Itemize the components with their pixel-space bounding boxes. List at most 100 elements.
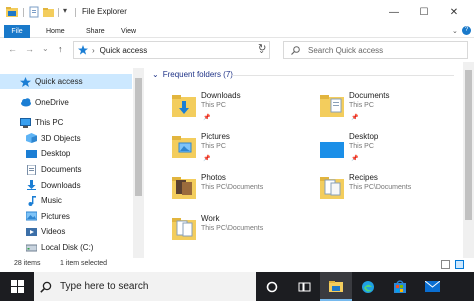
sidebar-item-label: This PC bbox=[35, 118, 64, 128]
folder-tile-recipes[interactable]: Recipes This PC\Documents bbox=[294, 172, 444, 208]
maximize-button[interactable]: ☐ bbox=[408, 0, 440, 24]
sidebar-item-label: Quick access bbox=[35, 77, 83, 86]
sidebar-item-downloads[interactable]: Downloads bbox=[0, 178, 132, 193]
breadcrumb-location[interactable]: Quick access bbox=[100, 46, 148, 55]
sidebar-item-label: Videos bbox=[41, 227, 66, 237]
folder-location: This PC bbox=[349, 102, 374, 109]
content-pane: ⌄ Frequent folders (7) Downloads This PC 📌… bbox=[146, 62, 474, 258]
document-icon bbox=[27, 164, 36, 175]
help-icon[interactable]: ? bbox=[462, 26, 471, 35]
folder-location: This PC bbox=[201, 102, 226, 109]
cortana-button[interactable] bbox=[256, 272, 288, 301]
expand-ribbon-icon[interactable]: ⌄ bbox=[452, 25, 458, 38]
star-icon bbox=[78, 45, 88, 55]
title-bar: ▾ File Explorer — ☐ ✕ bbox=[0, 0, 474, 24]
sidebar-item-label: 3D Objects bbox=[41, 133, 81, 143]
folder-location: This PC\Documents bbox=[201, 184, 264, 191]
folder-name: Pictures bbox=[201, 132, 230, 141]
minimize-button[interactable]: — bbox=[378, 0, 410, 24]
taskbar: Type here to search bbox=[0, 272, 474, 301]
status-bar: 28 items 1 item selected bbox=[0, 258, 474, 272]
folder-tile-pictures[interactable]: Pictures This PC 📌 bbox=[146, 131, 296, 167]
back-button[interactable]: ← bbox=[8, 44, 17, 54]
documents-folder-icon bbox=[320, 95, 344, 117]
downloads-folder-icon bbox=[172, 95, 196, 117]
search-box[interactable]: Search Quick access bbox=[283, 41, 468, 59]
refresh-button[interactable]: ↻ bbox=[258, 43, 266, 54]
window-title: File Explorer bbox=[82, 7, 127, 16]
item-count: 28 items bbox=[14, 260, 41, 267]
sidebar-scrollbar[interactable] bbox=[133, 68, 144, 258]
sidebar-item-music[interactable]: Music bbox=[0, 193, 132, 208]
content-scroll-thumb[interactable] bbox=[465, 70, 472, 220]
recipes-folder-icon bbox=[320, 177, 344, 199]
folder-tile-downloads[interactable]: Downloads This PC 📌 bbox=[146, 90, 296, 126]
sidebar-item-label: Music bbox=[41, 196, 62, 206]
start-button[interactable] bbox=[0, 272, 34, 301]
pc-icon bbox=[20, 117, 31, 128]
address-row: ← → ⌄ ↑ › Quick access ⌄ ↻ Search Quick … bbox=[0, 38, 474, 62]
tab-share[interactable]: Share bbox=[86, 25, 105, 38]
sidebar-item-this-pc[interactable]: This PC bbox=[0, 115, 132, 130]
folder-tile-work[interactable]: Work This PC\Documents bbox=[146, 213, 296, 249]
folder-tile-photos[interactable]: Photos This PC\Documents bbox=[146, 172, 296, 208]
search-placeholder: Search Quick access bbox=[308, 45, 384, 55]
navigation-pane: Quick access OneDrive This PC 3D Objects Des… bbox=[0, 68, 144, 258]
selection-count: 1 item selected bbox=[60, 260, 108, 267]
sidebar-item-label: Pictures bbox=[41, 211, 70, 221]
recent-locations-button[interactable]: ⌄ bbox=[42, 44, 49, 53]
taskbar-search-placeholder: Type here to search bbox=[60, 281, 149, 292]
taskbar-store[interactable] bbox=[384, 272, 416, 301]
sidebar-item-3d-objects[interactable]: 3D Objects bbox=[0, 131, 132, 146]
sidebar-item-documents[interactable]: Documents bbox=[0, 162, 132, 177]
tab-view[interactable]: View bbox=[121, 25, 136, 38]
customize-toolbar-icon[interactable]: ▾ bbox=[63, 6, 67, 15]
close-button[interactable]: ✕ bbox=[438, 0, 470, 24]
sidebar-item-desktop[interactable]: Desktop bbox=[0, 146, 132, 161]
taskbar-search[interactable]: Type here to search bbox=[34, 272, 256, 301]
folder-name: Downloads bbox=[201, 91, 241, 100]
pictures-folder-icon bbox=[172, 136, 196, 158]
taskbar-file-explorer[interactable] bbox=[320, 272, 352, 301]
folder-location: This PC bbox=[349, 143, 374, 150]
star-icon bbox=[20, 76, 31, 87]
taskbar-edge[interactable] bbox=[352, 272, 384, 301]
content-scrollbar[interactable] bbox=[463, 62, 474, 258]
sidebar-item-pictures[interactable]: Pictures bbox=[0, 209, 132, 224]
up-button[interactable]: ↑ bbox=[58, 44, 63, 54]
store-icon bbox=[394, 280, 406, 293]
edge-icon bbox=[362, 280, 374, 293]
folder-tile-desktop[interactable]: Desktop This PC 📌 bbox=[294, 131, 444, 167]
pin-icon: 📌 bbox=[203, 156, 211, 162]
new-folder-icon[interactable] bbox=[43, 6, 55, 18]
address-bar[interactable]: › Quick access ⌄ bbox=[73, 41, 270, 59]
desktop-folder-icon bbox=[320, 142, 344, 158]
details-view-icon[interactable] bbox=[441, 260, 450, 269]
mail-icon bbox=[424, 281, 440, 292]
tab-file[interactable]: File bbox=[4, 25, 30, 38]
title-separator bbox=[58, 8, 59, 17]
sidebar-scroll-thumb[interactable] bbox=[135, 78, 142, 196]
large-icons-view-icon[interactable] bbox=[455, 260, 464, 269]
forward-button[interactable]: → bbox=[25, 44, 34, 54]
sidebar-item-videos[interactable]: Videos bbox=[0, 224, 132, 239]
folder-tile-documents[interactable]: Documents This PC 📌 bbox=[294, 90, 444, 126]
taskbar-mail[interactable] bbox=[416, 272, 448, 301]
sidebar-item-local-disk-c[interactable]: Local Disk (C:) bbox=[0, 240, 132, 255]
title-separator bbox=[75, 8, 76, 17]
sidebar-item-label: OneDrive bbox=[35, 97, 69, 107]
task-view-button[interactable] bbox=[288, 272, 320, 301]
properties-icon[interactable] bbox=[28, 6, 40, 18]
pin-icon: 📌 bbox=[203, 115, 211, 121]
cloud-icon bbox=[21, 98, 31, 107]
sidebar-item-quick-access[interactable]: Quick access bbox=[0, 74, 132, 89]
group-divider bbox=[232, 75, 454, 76]
folder-name: Desktop bbox=[349, 132, 379, 141]
sidebar-item-onedrive[interactable]: OneDrive bbox=[0, 95, 132, 110]
title-separator bbox=[23, 8, 24, 17]
group-header[interactable]: ⌄ Frequent folders (7) bbox=[152, 70, 233, 79]
tab-home[interactable]: Home bbox=[46, 25, 65, 38]
sidebar-item-label: Local Disk (C:) bbox=[41, 243, 94, 252]
folder-location: This PC bbox=[201, 143, 226, 150]
sidebar-item-label: Documents bbox=[41, 165, 82, 174]
